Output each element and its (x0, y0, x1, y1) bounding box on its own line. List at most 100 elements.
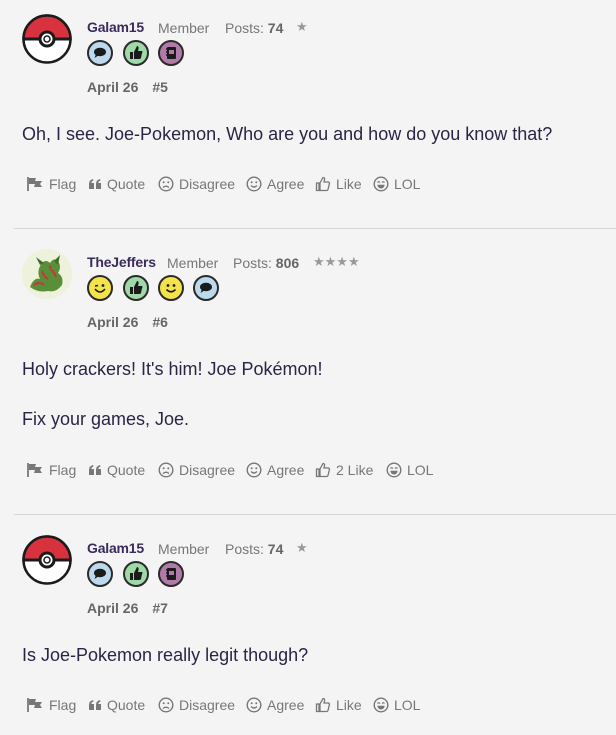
laugh-icon (373, 697, 389, 713)
smiley-face-icon[interactable] (158, 275, 184, 301)
disagree-button[interactable]: Disagree (158, 697, 235, 713)
lol-label: LOL (394, 697, 421, 713)
user-role: Member (167, 255, 219, 271)
avatar[interactable] (22, 14, 72, 64)
username[interactable]: TheJeffers (87, 254, 156, 270)
like-button[interactable]: Like (315, 176, 362, 192)
post: TheJeffers Member Posts: 806 ★★★★ April … (0, 249, 616, 499)
post-number[interactable]: #7 (152, 600, 168, 616)
laugh-icon (373, 176, 389, 192)
disagree-label: Disagree (179, 697, 236, 713)
speech-bubble-icon[interactable] (87, 40, 113, 66)
post-date[interactable]: April 26 (87, 79, 138, 95)
flag-button[interactable]: Flag (26, 176, 76, 192)
post-count: Posts: 74 (225, 541, 283, 557)
like-label: Like (336, 697, 362, 713)
disagree-button[interactable]: Disagree (158, 462, 235, 478)
post-count-value: 74 (267, 541, 284, 557)
avatar[interactable] (22, 249, 72, 299)
speech-bubble-icon[interactable] (193, 275, 219, 301)
lol-label: LOL (394, 176, 421, 192)
post: Galam15 Member Posts: 74 ★ April 26 #7 Is… (0, 535, 616, 735)
laugh-icon (386, 462, 402, 478)
post-meta: April 26 #5 (87, 79, 168, 95)
quote-button[interactable]: Quote (88, 697, 145, 713)
like-label: 2 Like (336, 462, 374, 478)
post-meta: April 26 #6 (87, 314, 168, 330)
post-count-value: 74 (267, 20, 284, 36)
thumbs-up-icon[interactable] (123, 40, 149, 66)
lol-button[interactable]: LOL (386, 462, 433, 478)
flag-icon (27, 698, 42, 712)
lol-button[interactable]: LOL (373, 176, 420, 192)
post-text: Oh, I see. Joe-Pokemon, Who are you and … (22, 124, 553, 144)
flag-icon (27, 177, 42, 191)
smile-icon (246, 176, 262, 192)
disagree-button[interactable]: Disagree (158, 176, 235, 192)
post-date[interactable]: April 26 (87, 600, 138, 616)
post-count-label: Posts: (233, 255, 272, 271)
speech-bubble-icon[interactable] (87, 561, 113, 587)
post-count-value: 806 (275, 255, 300, 271)
post-body: Oh, I see. Joe-Pokemon, Who are you and … (22, 124, 552, 145)
post-body: Holy crackers! It's him! Joe Pokémon! Fi… (22, 359, 323, 430)
flag-icon (27, 463, 42, 477)
frown-icon (158, 697, 174, 713)
agree-button[interactable]: Agree (246, 697, 304, 713)
post-count: Posts: 74 (225, 20, 283, 36)
lol-button[interactable]: LOL (373, 697, 420, 713)
post-body: Is Joe-Pokemon really legit though? (22, 645, 308, 666)
disagree-label: Disagree (179, 462, 236, 478)
thumbs-up-icon[interactable] (123, 275, 149, 301)
like-button[interactable]: Like (315, 697, 362, 713)
agree-button[interactable]: Agree (246, 176, 304, 192)
frown-icon (158, 462, 174, 478)
quote-icon (89, 179, 101, 189)
post-text-line: Fix your games, Joe. (22, 409, 190, 429)
smile-icon (246, 697, 262, 713)
quote-button[interactable]: Quote (88, 176, 145, 192)
winking-face-icon[interactable] (87, 275, 113, 301)
flag-label: Flag (49, 462, 77, 478)
post-number[interactable]: #5 (152, 79, 168, 95)
agree-label: Agree (267, 462, 305, 478)
rank-stars: ★★★★ (313, 254, 360, 269)
post-date[interactable]: April 26 (87, 314, 138, 330)
flag-button[interactable]: Flag (26, 462, 76, 478)
post-count-label: Posts: (225, 20, 264, 36)
divider (14, 228, 616, 229)
thumbs-up-icon[interactable] (123, 561, 149, 587)
dragon-avatar-image (22, 249, 72, 299)
frown-icon (158, 176, 174, 192)
post: Galam15 Member Posts: 74 ★ April 26 #5 Oh… (0, 14, 616, 214)
agree-button[interactable]: Agree (246, 462, 304, 478)
agree-label: Agree (267, 176, 305, 192)
quote-label: Quote (107, 462, 146, 478)
avatar[interactable] (22, 535, 72, 585)
thumbs-up-icon (315, 697, 331, 713)
agree-label: Agree (267, 697, 305, 713)
quote-label: Quote (107, 176, 146, 192)
rank-stars: ★ (296, 19, 308, 34)
rank-stars: ★ (296, 540, 308, 555)
username[interactable]: Galam15 (87, 540, 144, 556)
user-role: Member (158, 20, 210, 36)
flag-label: Flag (49, 176, 77, 192)
user-role: Member (158, 541, 210, 557)
thumbs-up-icon (315, 176, 331, 192)
quote-icon (89, 465, 101, 475)
post-number[interactable]: #6 (152, 314, 168, 330)
quote-icon (89, 700, 101, 710)
like-button[interactable]: 2 Like (315, 462, 373, 478)
notebook-icon[interactable] (158, 561, 184, 587)
post-count: Posts: 806 (233, 255, 299, 271)
quote-button[interactable]: Quote (88, 462, 145, 478)
smile-icon (246, 462, 262, 478)
post-text-line: Holy crackers! It's him! Joe Pokémon! (22, 359, 323, 379)
notebook-icon[interactable] (158, 40, 184, 66)
divider (14, 514, 616, 515)
flag-button[interactable]: Flag (26, 697, 76, 713)
username[interactable]: Galam15 (87, 19, 144, 35)
lol-label: LOL (407, 462, 434, 478)
like-label: Like (336, 176, 362, 192)
